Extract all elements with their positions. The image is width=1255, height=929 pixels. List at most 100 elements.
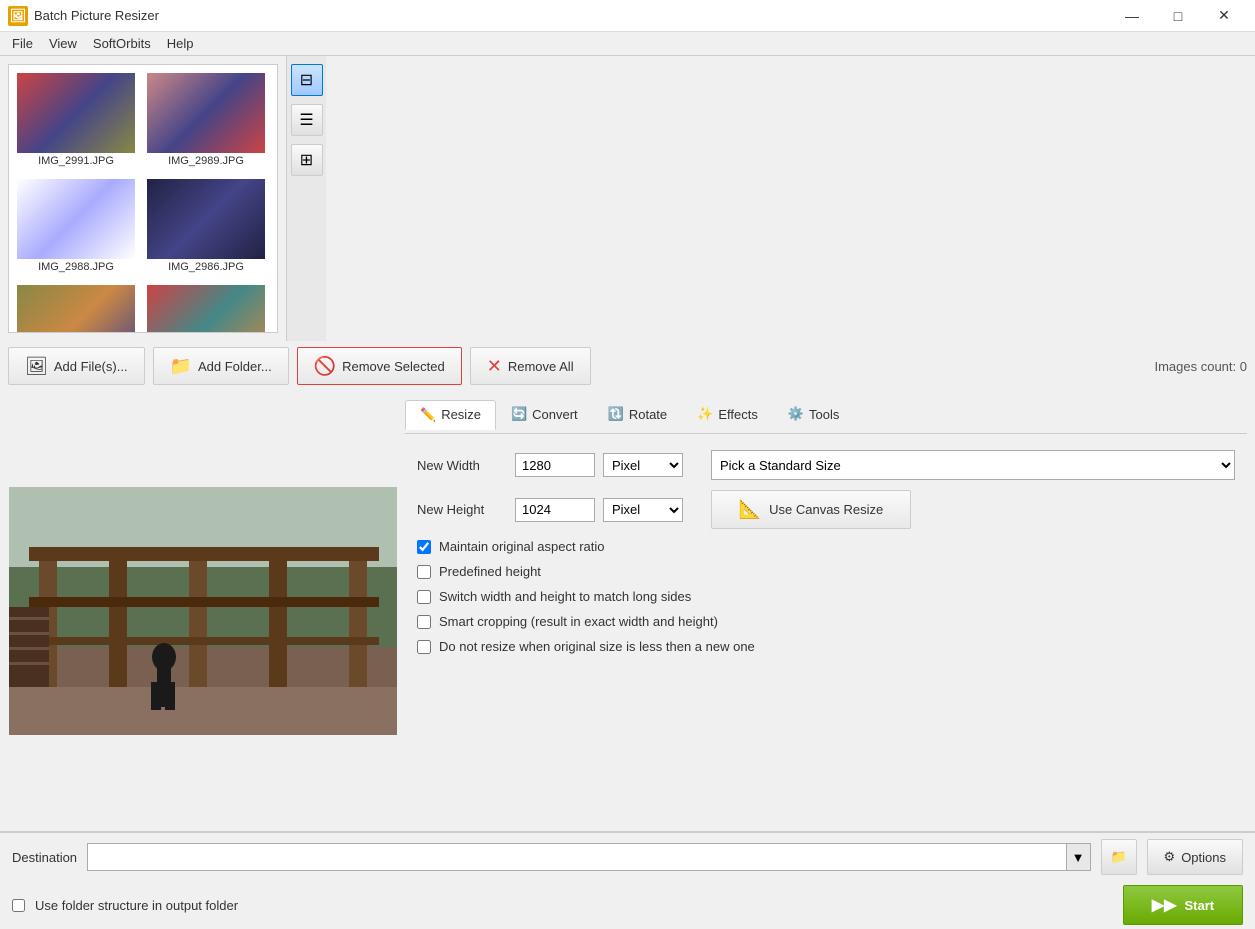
destination-dropdown-arrow[interactable]: ▼ [1067, 843, 1091, 871]
height-unit-select[interactable]: Pixel Percent Cm Inch [603, 498, 683, 522]
add-files-label: Add File(s)... [54, 359, 128, 374]
menu-file[interactable]: File [4, 34, 41, 53]
preview-area [0, 391, 405, 831]
tabs-bar: ✏️ Resize 🔄 Convert 🔃 Rotate ✨ Effects [405, 395, 1247, 434]
browse-folder-icon: 📁 [1110, 849, 1126, 865]
list-item[interactable]: IMG_2988.JPG [13, 175, 139, 277]
images-count: Images count: 0 [1154, 359, 1247, 374]
add-folder-button[interactable]: 📁 Add Folder... [153, 347, 289, 385]
height-input[interactable] [515, 498, 595, 522]
maintain-ratio-label[interactable]: Maintain original aspect ratio [439, 539, 604, 554]
app-icon: 🖼 [8, 6, 28, 26]
list-item[interactable]: IMG_2991.JPG [13, 69, 139, 171]
width-row: New Width Pixel Percent Cm Inch Pick a S… [417, 450, 1235, 480]
resize-form: New Width Pixel Percent Cm Inch Pick a S… [405, 442, 1247, 672]
folder-structure-label[interactable]: Use folder structure in output folder [35, 898, 238, 913]
width-label: New Width [417, 458, 507, 473]
no-resize-label[interactable]: Do not resize when original size is less… [439, 639, 755, 654]
maintain-ratio-row: Maintain original aspect ratio [417, 539, 1235, 554]
thumb-label: IMG_2991.JPG [38, 155, 114, 167]
left-panel: IMG_2991.JPG IMG_2989.JPG IMG_2988.JPG I… [0, 56, 1255, 831]
image-gallery: IMG_2991.JPG IMG_2989.JPG IMG_2988.JPG I… [8, 64, 278, 333]
options-label: Options [1181, 850, 1226, 865]
predefined-height-label[interactable]: Predefined height [439, 564, 541, 579]
folder-structure-checkbox[interactable] [12, 899, 25, 912]
maximize-button[interactable]: □ [1155, 0, 1201, 32]
maintain-ratio-checkbox[interactable] [417, 540, 431, 554]
browse-folder-button[interactable]: 📁 [1101, 839, 1137, 875]
add-files-icon: 🖼 [25, 356, 48, 377]
canvas-resize-label: Use Canvas Resize [769, 502, 883, 517]
resize-tab-icon: ✏️ [420, 407, 436, 423]
switch-dimensions-checkbox[interactable] [417, 590, 431, 604]
view-list-button[interactable]: ☰ [291, 104, 323, 136]
destination-bar: Destination ▼ 📁 ⚙ Options [0, 832, 1255, 881]
tab-resize[interactable]: ✏️ Resize [405, 400, 496, 430]
add-folder-label: Add Folder... [198, 359, 272, 374]
convert-tab-label: Convert [532, 407, 578, 422]
main-toolbar: 🖼 Add File(s)... 📁 Add Folder... 🚫 Remov… [0, 341, 1255, 391]
view-thumbnail-button[interactable]: ⊟ [291, 64, 323, 96]
menu-help[interactable]: Help [159, 34, 202, 53]
thumb-label: IMG_2989.JPG [168, 155, 244, 167]
canvas-resize-icon: 📐 [739, 499, 761, 520]
remove-all-label: Remove All [508, 359, 574, 374]
bottom-action-bar: Use folder structure in output folder ▶▶… [0, 881, 1255, 929]
start-label: Start [1184, 898, 1214, 913]
thumb-label: IMG_2986.JPG [168, 261, 244, 273]
options-gear-icon: ⚙ [1164, 849, 1176, 865]
width-input[interactable] [515, 453, 595, 477]
remove-selected-icon: 🚫 [314, 356, 336, 377]
remove-all-icon: ✕ [487, 356, 502, 377]
start-button[interactable]: ▶▶ Start [1123, 885, 1243, 925]
list-item[interactable]: IMG_2989.JPG [143, 69, 269, 171]
add-folder-icon: 📁 [170, 356, 192, 377]
resize-panel: ✏️ Resize 🔄 Convert 🔃 Rotate ✨ Effects [405, 391, 1255, 831]
remove-all-button[interactable]: ✕ Remove All [470, 347, 591, 385]
options-button[interactable]: ⚙ Options [1147, 839, 1243, 875]
resize-tab-label: Resize [441, 407, 481, 422]
tab-tools[interactable]: ⚙️ Tools [773, 399, 855, 429]
tools-tab-icon: ⚙️ [788, 406, 804, 422]
switch-dimensions-label[interactable]: Switch width and height to match long si… [439, 589, 691, 604]
view-toolbar: ⊟ ☰ ⊞ [286, 56, 326, 341]
switch-dimensions-row: Switch width and height to match long si… [417, 589, 1235, 604]
standard-size-select[interactable]: Pick a Standard Size 800x600 1024x768 12… [711, 450, 1235, 480]
tab-convert[interactable]: 🔄 Convert [496, 399, 593, 429]
canvas-resize-button[interactable]: 📐 Use Canvas Resize [711, 490, 911, 529]
destination-label: Destination [12, 850, 77, 865]
effects-tab-icon: ✨ [697, 406, 713, 422]
predefined-height-checkbox[interactable] [417, 565, 431, 579]
tab-rotate[interactable]: 🔃 Rotate [593, 399, 683, 429]
close-button[interactable]: ✕ [1201, 0, 1247, 32]
minimize-button[interactable]: — [1109, 0, 1155, 32]
no-resize-row: Do not resize when original size is less… [417, 639, 1235, 654]
no-resize-checkbox[interactable] [417, 640, 431, 654]
menu-view[interactable]: View [41, 34, 85, 53]
view-grid-button[interactable]: ⊞ [291, 144, 323, 176]
start-icon: ▶▶ [1152, 895, 1177, 915]
effects-tab-label: Effects [718, 407, 758, 422]
add-files-button[interactable]: 🖼 Add File(s)... [8, 347, 145, 385]
smart-cropping-label[interactable]: Smart cropping (result in exact width an… [439, 614, 718, 629]
smart-cropping-row: Smart cropping (result in exact width an… [417, 614, 1235, 629]
app-title: Batch Picture Resizer [34, 8, 1109, 23]
width-unit-select[interactable]: Pixel Percent Cm Inch [603, 453, 683, 477]
tab-effects[interactable]: ✨ Effects [682, 399, 773, 429]
title-bar: 🖼 Batch Picture Resizer — □ ✕ [0, 0, 1255, 32]
predefined-height-row: Predefined height [417, 564, 1235, 579]
remove-selected-button[interactable]: 🚫 Remove Selected [297, 347, 462, 385]
height-label: New Height [417, 502, 507, 517]
smart-cropping-checkbox[interactable] [417, 615, 431, 629]
menu-softorbits[interactable]: SoftOrbits [85, 34, 159, 53]
rotate-tab-label: Rotate [629, 407, 667, 422]
height-row: New Height Pixel Percent Cm Inch 📐 Use C… [417, 490, 1235, 529]
list-item[interactable]: IMG_2985.JPG [13, 281, 139, 333]
tools-tab-label: Tools [809, 407, 839, 422]
rotate-tab-icon: 🔃 [608, 406, 624, 422]
list-item[interactable]: IMG_2984.JPG [143, 281, 269, 333]
remove-selected-label: Remove Selected [342, 359, 445, 374]
destination-input[interactable] [87, 843, 1066, 871]
list-item[interactable]: IMG_2986.JPG [143, 175, 269, 277]
menu-bar: File View SoftOrbits Help [0, 32, 1255, 56]
